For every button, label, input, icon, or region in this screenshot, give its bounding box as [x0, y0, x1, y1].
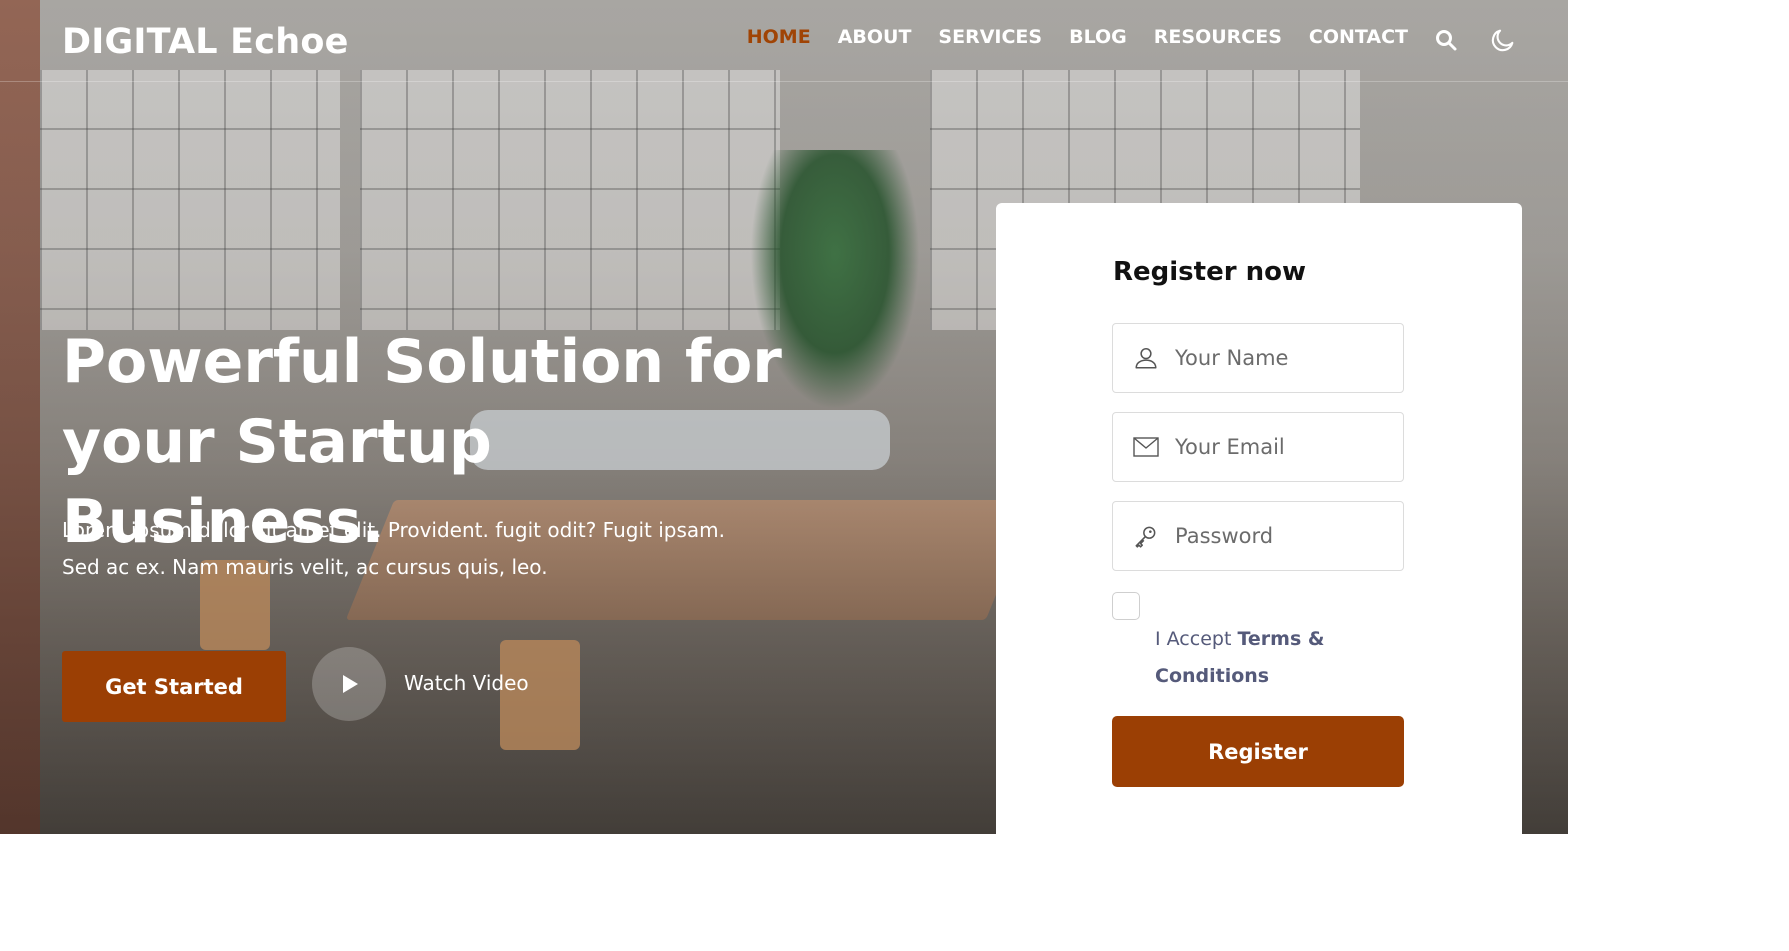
register-form-title: Register now — [1113, 257, 1306, 287]
nav-item-blog[interactable]: BLOG — [1069, 26, 1127, 48]
register-form-card: Register now Your Name Your Email I Acce… — [996, 203, 1522, 834]
accept-prefix: I Accept — [1155, 628, 1238, 650]
nav-item-resources[interactable]: RESOURCES — [1154, 26, 1282, 48]
background-window — [40, 70, 340, 330]
get-started-button[interactable]: Get Started — [62, 651, 286, 722]
nav-item-services[interactable]: SERVICES — [938, 26, 1042, 48]
hero-description-line: Sed ac ex. Nam mauris velit, ac cursus q… — [62, 555, 548, 579]
nav-item-about[interactable]: ABOUT — [838, 26, 912, 48]
page: DIGITAL Echoe HOME ABOUT SERVICES BLOG R… — [0, 0, 1568, 834]
brand-logo[interactable]: DIGITAL Echoe — [62, 22, 349, 62]
nav-item-home[interactable]: HOME — [747, 26, 811, 48]
background-window — [360, 70, 780, 330]
name-input[interactable] — [1175, 338, 1385, 378]
email-field — [1112, 412, 1404, 482]
hero-description-line: Lorem ipsum dolor sit amet elit. Provide… — [62, 518, 725, 542]
navbar: DIGITAL Echoe HOME ABOUT SERVICES BLOG R… — [0, 0, 1568, 82]
password-input[interactable] — [1175, 516, 1385, 556]
background-wall — [0, 0, 40, 834]
moon-icon[interactable] — [1488, 24, 1518, 56]
nav-menu: HOME ABOUT SERVICES BLOG RESOURCES CONTA… — [747, 26, 1408, 48]
hero-description: Lorem ipsum dolor sit amet elit. Provide… — [62, 512, 822, 586]
email-input[interactable] — [1175, 427, 1385, 467]
nav-item-contact[interactable]: CONTACT — [1309, 26, 1408, 48]
play-icon — [343, 675, 358, 693]
password-field — [1112, 501, 1404, 571]
hero-title-line: Powerful Solution for — [62, 327, 782, 397]
play-video-button[interactable] — [312, 647, 386, 721]
terms-checkbox[interactable] — [1112, 592, 1140, 620]
terms-acceptance-text: I Accept Terms & Conditions — [1155, 621, 1385, 695]
envelope-icon — [1111, 412, 1181, 482]
background-chair — [500, 640, 580, 750]
name-field — [1112, 323, 1404, 393]
register-button[interactable]: Register — [1112, 716, 1404, 787]
user-icon — [1111, 323, 1181, 393]
key-icon — [1111, 501, 1181, 571]
watch-video-link[interactable]: Watch Video — [404, 671, 529, 695]
search-icon[interactable] — [1431, 24, 1461, 56]
